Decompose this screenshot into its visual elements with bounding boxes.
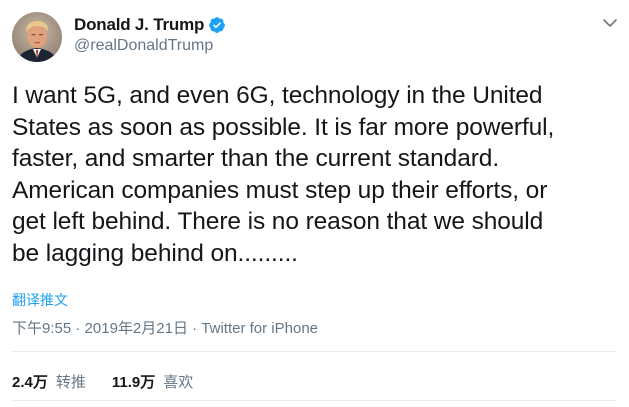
tweet-text-line: States as soon as possible. It is far mo… xyxy=(12,113,555,141)
tweet-date[interactable]: 2019年2月21日 xyxy=(85,320,188,337)
retweets-label: 转推 xyxy=(55,374,86,391)
tweet-stats: 2.4万 转推 11.9万 喜欢 xyxy=(12,371,193,392)
divider xyxy=(12,351,617,352)
likes-count: 11.9万 xyxy=(111,374,156,391)
retweets-count: 2.4万 xyxy=(12,374,48,391)
tweet-text: I want 5G, and even 6G, technology in th… xyxy=(12,80,622,269)
tweet-meta: 下午9:55 · 2019年2月21日 · Twitter for iPhone xyxy=(12,317,318,338)
tweet-text-line: faster, and smarter than the current sta… xyxy=(12,145,500,172)
likes-label: 喜欢 xyxy=(163,374,194,391)
user-handle[interactable]: @realDonaldTrump xyxy=(74,37,226,55)
tweet-source[interactable]: Twitter for iPhone xyxy=(201,320,318,337)
tweet-text-line: be lagging behind on......... xyxy=(12,239,298,267)
verified-badge-icon xyxy=(208,16,226,34)
author-block: Donald J. Trump @realDonaldTrump xyxy=(74,14,226,55)
tweet-time[interactable]: 下午9:55 xyxy=(12,320,71,337)
retweets-stat[interactable]: 2.4万 转推 xyxy=(12,371,86,392)
likes-stat[interactable]: 11.9万 喜欢 xyxy=(112,371,193,392)
tweet-text-line: I want 5G, and even 6G, technology in th… xyxy=(12,82,543,109)
translate-tweet-link[interactable]: 翻译推文 xyxy=(12,290,68,310)
avatar[interactable] xyxy=(12,12,62,62)
meta-separator: · xyxy=(192,320,202,337)
tweet-text-line: get left behind. There is no reason that… xyxy=(12,208,544,235)
chevron-down-icon[interactable] xyxy=(601,16,619,30)
tweet-text-line: American companies must step up their ef… xyxy=(12,176,548,204)
name-row: Donald J. Trump xyxy=(74,14,226,36)
divider xyxy=(12,400,617,401)
display-name[interactable]: Donald J. Trump xyxy=(74,15,204,35)
meta-separator: · xyxy=(75,320,85,337)
tweet-card: Donald J. Trump @realDonaldTrump I want … xyxy=(0,0,629,407)
